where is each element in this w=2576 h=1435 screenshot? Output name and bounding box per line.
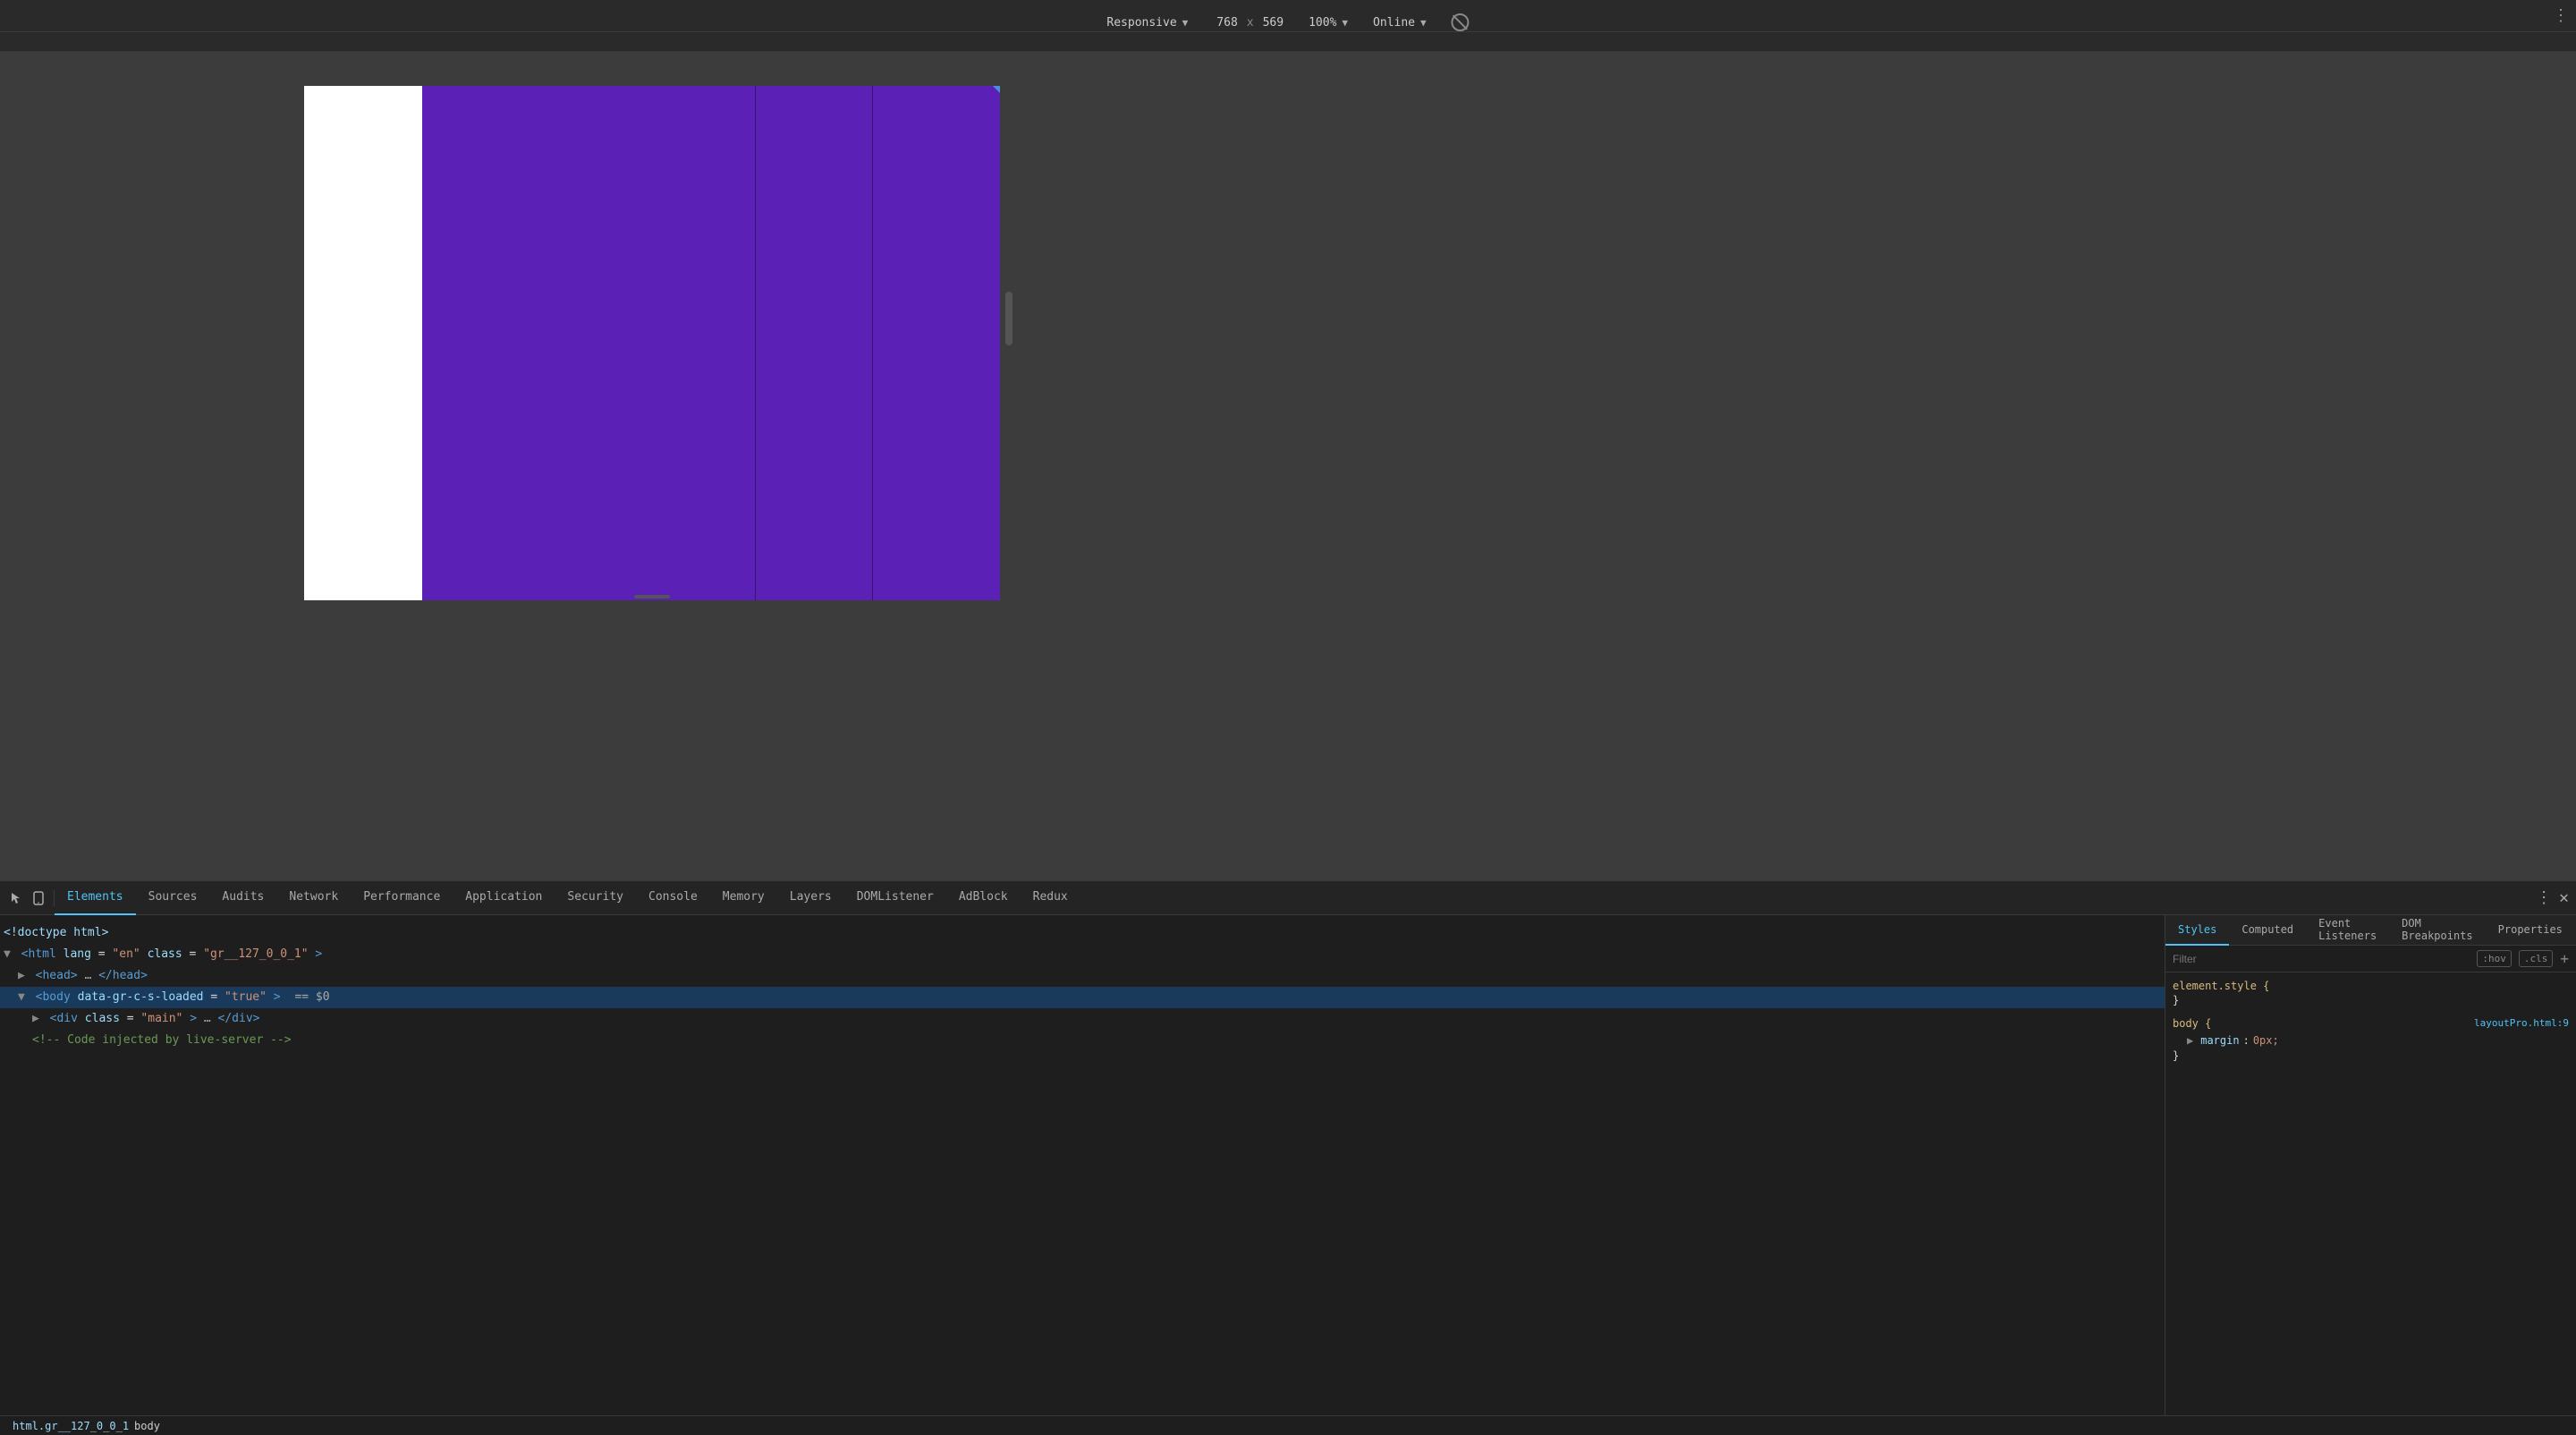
breadcrumb-html[interactable]: html.gr__127_0_0_1: [13, 1420, 129, 1432]
element-style-selector[interactable]: element.style {: [2173, 980, 2569, 992]
element-style-close: }: [2173, 994, 2569, 1006]
styles-content: element.style { } body { layoutPro.html:…: [2165, 972, 2576, 1415]
mobile-device-icon[interactable]: [30, 890, 47, 906]
frame-purple-column: [422, 86, 1000, 600]
preview-scrollbar[interactable]: [1005, 292, 1013, 345]
margin-prop-value: 0px;: [2253, 1032, 2279, 1049]
devtools-footer: html.gr__127_0_0_1 body: [0, 1415, 2576, 1435]
styles-rule-element-style: element.style { }: [2173, 980, 2569, 1006]
no-throttle-icon: [1452, 13, 1470, 31]
styles-prop-margin[interactable]: ▶ margin : 0px;: [2173, 1032, 2569, 1049]
devtools-toolbar: Responsive ▼ 768 x 569 100% ▼ Online ▼ ⋮: [0, 0, 2576, 32]
styles-rule-body: body { layoutPro.html:9 ▶ margin : 0px; …: [2173, 1017, 2569, 1062]
devtools-tab-icons: [0, 890, 55, 906]
body-attr-value: "true": [225, 990, 267, 1004]
viewport-height[interactable]: 569: [1263, 16, 1284, 30]
styles-panel: Styles Computed Event Listeners DOM Brea…: [2165, 915, 2576, 1415]
breadcrumb-body[interactable]: body: [134, 1420, 160, 1432]
cursor-inspect-icon[interactable]: [7, 890, 23, 906]
preview-area: [0, 52, 2576, 880]
expand-main-div-icon[interactable]: ▶: [32, 1012, 39, 1025]
html-line-doctype[interactable]: <!doctype html>: [0, 922, 2165, 944]
devtools-panel: Elements Sources Audits Network Performa…: [0, 880, 2576, 1435]
html-line-body[interactable]: ▼ <body data-gr-c-s-loaded = "true" > ==…: [0, 987, 2165, 1008]
html-attr-class: class: [148, 947, 182, 961]
zoom-level[interactable]: 100%: [1309, 16, 1336, 30]
tab-network[interactable]: Network: [276, 881, 351, 915]
styles-filter-input[interactable]: [2173, 953, 2470, 965]
dom0-marker: == $0: [294, 990, 329, 1004]
toolbar-more-icon[interactable]: ⋮: [2553, 6, 2569, 25]
preview-frame-wrapper: [304, 86, 1000, 600]
zoom-arrow-icon: ▼: [1342, 17, 1348, 29]
tab-performance[interactable]: Performance: [351, 881, 453, 915]
comment-text: <!-- Code injected by live-server -->: [32, 1033, 292, 1047]
styles-source-file[interactable]: layoutPro.html:9: [2474, 1017, 2569, 1029]
online-arrow-icon: ▼: [1420, 17, 1427, 29]
devtools-tabs: Elements Sources Audits Network Performa…: [0, 881, 2576, 915]
html-attr-class-value: "gr__127_0_0_1": [203, 947, 308, 961]
tab-redux[interactable]: Redux: [1021, 881, 1080, 915]
doctype-text: <!doctype html>: [4, 926, 108, 939]
body-attr-name: data-gr-c-s-loaded: [78, 990, 204, 1004]
tab-memory[interactable]: Memory: [710, 881, 777, 915]
body-rule-close: }: [2173, 1049, 2569, 1062]
body-tag-open: <body: [36, 990, 71, 1004]
online-status[interactable]: Online: [1373, 16, 1415, 30]
frame-white-column: [304, 86, 422, 600]
tab-domlistener[interactable]: DOMListener: [844, 881, 946, 915]
close-devtools-button[interactable]: ✕: [2559, 888, 2569, 907]
styles-tab-styles[interactable]: Styles: [2165, 915, 2229, 946]
html-line-main-div[interactable]: ▶ <div class = "main" > … </div>: [0, 1008, 2165, 1030]
styles-source-link: body { layoutPro.html:9: [2173, 1017, 2569, 1032]
chevron-down-icon: ▼: [1182, 17, 1189, 29]
head-tag: <head>: [36, 969, 78, 982]
styles-tab-dom-breakpoints[interactable]: DOM Breakpoints: [2389, 915, 2485, 946]
tabs-more-button[interactable]: ⋮: [2536, 888, 2552, 907]
html-tree: <!doctype html> ▼ <html lang = "en" clas…: [0, 915, 2165, 1415]
viewport-controls: Responsive ▼ 768 x 569 100% ▼ Online ▼: [1106, 6, 1469, 38]
body-rule-selector[interactable]: body {: [2173, 1017, 2211, 1030]
preview-frame: [304, 86, 1000, 600]
styles-tab-event-listeners[interactable]: Event Listeners: [2306, 915, 2389, 946]
expand-html-icon[interactable]: ▼: [4, 947, 11, 961]
styles-tab-properties[interactable]: Properties: [2486, 915, 2575, 946]
html-line-html[interactable]: ▼ <html lang = "en" class = "gr__127_0_0…: [0, 944, 2165, 965]
frame-divider-1: [755, 86, 756, 600]
html-line-comment[interactable]: <!-- Code injected by live-server -->: [0, 1030, 2165, 1051]
tab-adblock[interactable]: AdBlock: [946, 881, 1021, 915]
devtools-tabs-right: ⋮ ✕: [2536, 888, 2576, 907]
html-attr-lang: lang: [64, 947, 91, 961]
tab-application[interactable]: Application: [453, 881, 555, 915]
styles-filter-bar: :hov .cls +: [2165, 946, 2576, 972]
margin-expand-icon[interactable]: ▶: [2187, 1032, 2193, 1049]
styles-add-button[interactable]: +: [2560, 950, 2569, 967]
tab-audits[interactable]: Audits: [209, 881, 276, 915]
styles-cls-button[interactable]: .cls: [2519, 950, 2554, 967]
tab-security[interactable]: Security: [555, 881, 636, 915]
tab-layers[interactable]: Layers: [777, 881, 844, 915]
html-attr-lang-value: "en": [112, 947, 140, 961]
devtools-content: <!doctype html> ▼ <html lang = "en" clas…: [0, 915, 2576, 1415]
html-line-head[interactable]: ▶ <head> … </head>: [0, 965, 2165, 987]
expand-body-icon[interactable]: ▼: [18, 990, 25, 1004]
tab-sources[interactable]: Sources: [136, 881, 210, 915]
frame-blue-accent: [993, 86, 1000, 93]
frame-divider-2: [872, 86, 873, 600]
resize-handle[interactable]: [634, 593, 670, 600]
expand-head-icon[interactable]: ▶: [18, 969, 25, 982]
device-select[interactable]: Responsive: [1106, 16, 1176, 30]
viewport-x-sep: x: [1243, 16, 1258, 30]
margin-prop-name: margin: [2200, 1032, 2239, 1049]
html-tag-open: <html: [21, 947, 56, 961]
styles-tabs: Styles Computed Event Listeners DOM Brea…: [2165, 915, 2576, 946]
viewport-width[interactable]: 768: [1216, 16, 1237, 30]
tab-console[interactable]: Console: [636, 881, 710, 915]
resize-handle-bar: [634, 595, 670, 599]
styles-hov-button[interactable]: :hov: [2477, 950, 2512, 967]
styles-tab-computed[interactable]: Computed: [2229, 915, 2306, 946]
tab-elements[interactable]: Elements: [55, 881, 136, 915]
